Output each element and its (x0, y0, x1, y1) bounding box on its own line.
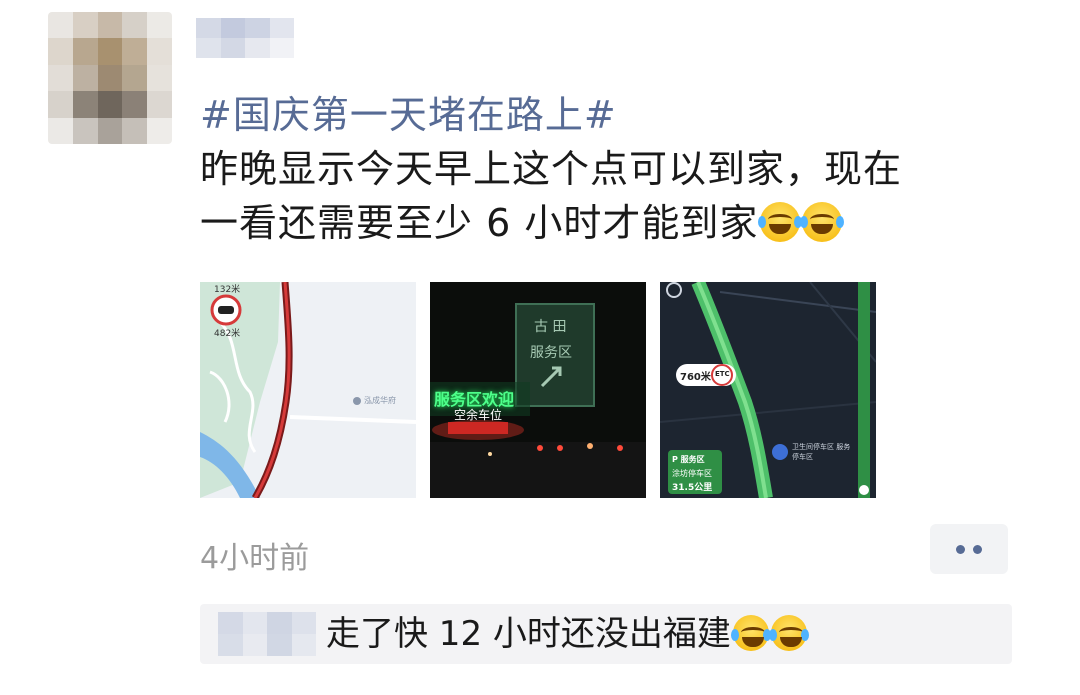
post-text: #国庆第一天堵在路上# 昨晚显示今天早上这个点可以到家，现在 一看还需要至少 6… (200, 88, 1030, 250)
commenter-pixel (291, 612, 316, 634)
post-time: 4小时前 (200, 541, 310, 576)
navigation-map-drawing (660, 282, 876, 498)
username-pixel (269, 38, 294, 58)
avatar-pixel (122, 12, 148, 39)
username-pixel (245, 18, 270, 38)
avatar-pixel (97, 12, 123, 39)
avatar-pixel (48, 117, 73, 144)
commenter-pixel (267, 634, 292, 656)
sign-service-area: 服务区 (530, 345, 572, 361)
avatar-pixel (48, 12, 73, 39)
username-pixel (220, 38, 245, 58)
commenter-pixel (242, 634, 267, 656)
avatar-pixel (72, 117, 98, 144)
rest-area-panel-name: 涂坊停车区 (672, 469, 712, 478)
avatar-pixel (72, 64, 98, 92)
username-pixel (196, 18, 221, 38)
dot-icon (956, 544, 965, 554)
post-line-1: 昨晚显示今天早上这个点可以到家，现在 (200, 147, 903, 191)
avatar-pixel (72, 38, 98, 65)
avatar-pixel (97, 64, 123, 92)
avatar-pixel (48, 91, 73, 118)
avatar-pixel (97, 117, 123, 144)
avatar-pixel (147, 117, 172, 144)
avatar-pixel (97, 38, 123, 65)
loudly-crying-face-icon (768, 615, 809, 651)
avatar-pixel (97, 91, 123, 118)
avatar-pixel (72, 12, 98, 39)
sign-name: 古 田 (534, 319, 567, 335)
username-pixel (245, 38, 270, 58)
loudly-crying-face-icon (730, 615, 771, 651)
face-with-tears-of-joy-icon (758, 202, 803, 242)
etc-badge: ETC (715, 370, 730, 378)
post-line-2: 一看还需要至少 6 小时才能到家 (200, 201, 759, 245)
poi-label: 泓成华府 (364, 396, 396, 405)
avatar-pixel (48, 38, 73, 65)
commenter-pixel (291, 634, 316, 656)
free-spaces-text: 空余车位 (454, 408, 503, 422)
avatar-pixel (122, 64, 148, 92)
comment-body: 走了快 12 小时还没出福建 (326, 614, 731, 654)
face-with-tears-of-joy-icon (800, 202, 845, 242)
avatar-pixel (122, 91, 148, 118)
photo-night-sign[interactable]: 古 田 服务区 服务区欢迎 空余车位 (430, 282, 646, 498)
photo-map-light[interactable]: 132米 482米 泓成华府 (200, 282, 416, 498)
comment-item[interactable]: 走了快 12 小时还没出福建 (200, 604, 1012, 664)
avatar-pixel (147, 64, 172, 92)
avatar-pixel (147, 38, 172, 65)
photo-navigation-map[interactable]: 760米 ETC P 服务区 涂坊停车区 31.5公里 卫生间停车区 服务停车区 (660, 282, 876, 498)
dot-icon (973, 544, 982, 554)
avatar-pixel (122, 38, 148, 65)
map-light-drawing (200, 282, 416, 498)
more-actions-button[interactable] (930, 524, 1008, 574)
commenter-pixel (267, 612, 292, 634)
username-pixel (196, 38, 221, 58)
distance-top-label: 132米 (214, 285, 241, 295)
username-pixel (269, 18, 294, 38)
avatar-pixel (48, 64, 73, 92)
comment-text: 走了快 12 小时还没出福建 (326, 612, 809, 656)
map-side-label: 卫生间停车区 服务停车区 (792, 443, 851, 461)
avatar[interactable] (48, 12, 172, 144)
avatar-pixel (122, 117, 148, 144)
hashtag-link[interactable]: #国庆第一天堵在路上# (200, 88, 1030, 142)
commenter-pixel (242, 612, 267, 634)
distance-bottom-label: 482米 (214, 329, 241, 339)
avatar-pixel (72, 91, 98, 118)
avatar-pixel (147, 91, 172, 118)
rest-area-panel-title: P 服务区 (672, 455, 705, 464)
rest-area-panel-km: 31.5公里 (672, 483, 713, 493)
distance-label: 760米 (680, 372, 711, 383)
post-line-2-wrap: 一看还需要至少 6 小时才能到家 (200, 196, 1030, 250)
avatar-pixel (147, 12, 172, 39)
username-blurred[interactable] (196, 18, 294, 58)
commenter-pixel (218, 612, 243, 634)
commenter-pixel (218, 634, 243, 656)
username-pixel (220, 18, 245, 38)
commenter-name-blurred[interactable] (218, 612, 316, 656)
